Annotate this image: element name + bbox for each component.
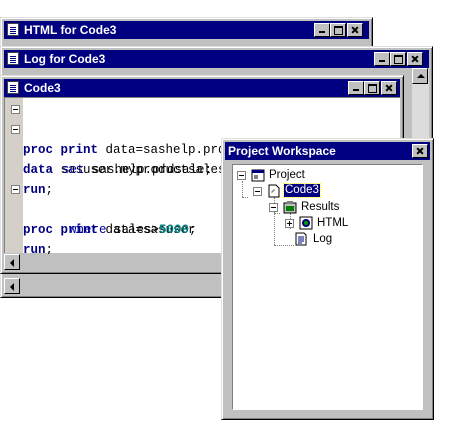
window-icon — [7, 81, 19, 94]
code-window-titlebar[interactable]: Code3 — [4, 79, 400, 97]
html-icon — [299, 216, 313, 230]
maximize-icon[interactable] — [390, 52, 406, 66]
window-icon — [7, 23, 19, 36]
log-window-titlebar[interactable]: Log for Code3 — [4, 50, 429, 68]
close-icon[interactable] — [347, 23, 363, 37]
html-window-title: HTML for Code3 — [24, 23, 117, 37]
scroll-left-icon[interactable] — [4, 254, 20, 270]
tree-label-results: Results — [301, 201, 340, 213]
window-icon — [7, 52, 19, 65]
code-line: where sales>5000; — [69, 223, 197, 237]
code-window-title: Code3 — [24, 81, 61, 95]
html-window-titlebar[interactable]: HTML for Code3 — [4, 21, 369, 39]
expand-icon[interactable] — [285, 219, 294, 228]
scroll-left-icon[interactable] — [4, 278, 20, 294]
tree-connector — [242, 197, 248, 198]
maximize-icon[interactable] — [330, 23, 346, 37]
tree-connector — [274, 213, 275, 245]
program-icon — [267, 184, 281, 198]
tree-label-project: Project — [269, 169, 305, 181]
maximize-icon[interactable] — [364, 81, 380, 95]
html-window[interactable]: HTML for Code3 — [0, 17, 373, 49]
tree-connector — [242, 181, 243, 197]
project-tree[interactable]: Project Code3 Results HTML Log — [232, 164, 423, 410]
close-icon[interactable] — [407, 52, 423, 66]
minimize-icon[interactable] — [348, 81, 364, 95]
code-line: set sashelp.prdsale; — [62, 163, 213, 177]
workspace-title: Project Workspace — [228, 144, 336, 158]
code-line: data sasuser.myproductsales; — [5, 120, 233, 177]
tree-connector — [274, 245, 294, 246]
tree-label-code3: Code3 — [283, 183, 321, 198]
close-icon[interactable] — [381, 81, 397, 95]
project-icon — [251, 168, 265, 182]
code-line: run; — [23, 243, 54, 257]
project-workspace-window[interactable]: Project Workspace Project Code3 Results … — [221, 138, 434, 420]
collapse-icon[interactable] — [11, 105, 20, 114]
log-icon — [294, 232, 308, 246]
collapse-icon[interactable] — [237, 171, 246, 180]
collapse-icon[interactable] — [253, 187, 262, 196]
code-line: proc print data=sashelp.prdsale; — [5, 100, 263, 157]
collapse-icon[interactable] — [11, 185, 20, 194]
workspace-titlebar[interactable]: Project Workspace — [225, 142, 430, 160]
close-icon[interactable] — [412, 144, 428, 158]
tree-label-log: Log — [313, 233, 333, 245]
collapse-icon[interactable] — [269, 203, 278, 212]
collapse-icon[interactable] — [11, 125, 20, 134]
log-window-title: Log for Code3 — [24, 52, 106, 66]
results-icon — [283, 200, 297, 214]
code-line: proc print data=sasuser — [5, 180, 196, 237]
tree-label-html: HTML — [317, 217, 349, 229]
scroll-up-icon[interactable] — [412, 68, 428, 84]
code-line: run; — [23, 183, 54, 197]
minimize-icon[interactable] — [314, 23, 330, 37]
minimize-icon[interactable] — [374, 52, 390, 66]
